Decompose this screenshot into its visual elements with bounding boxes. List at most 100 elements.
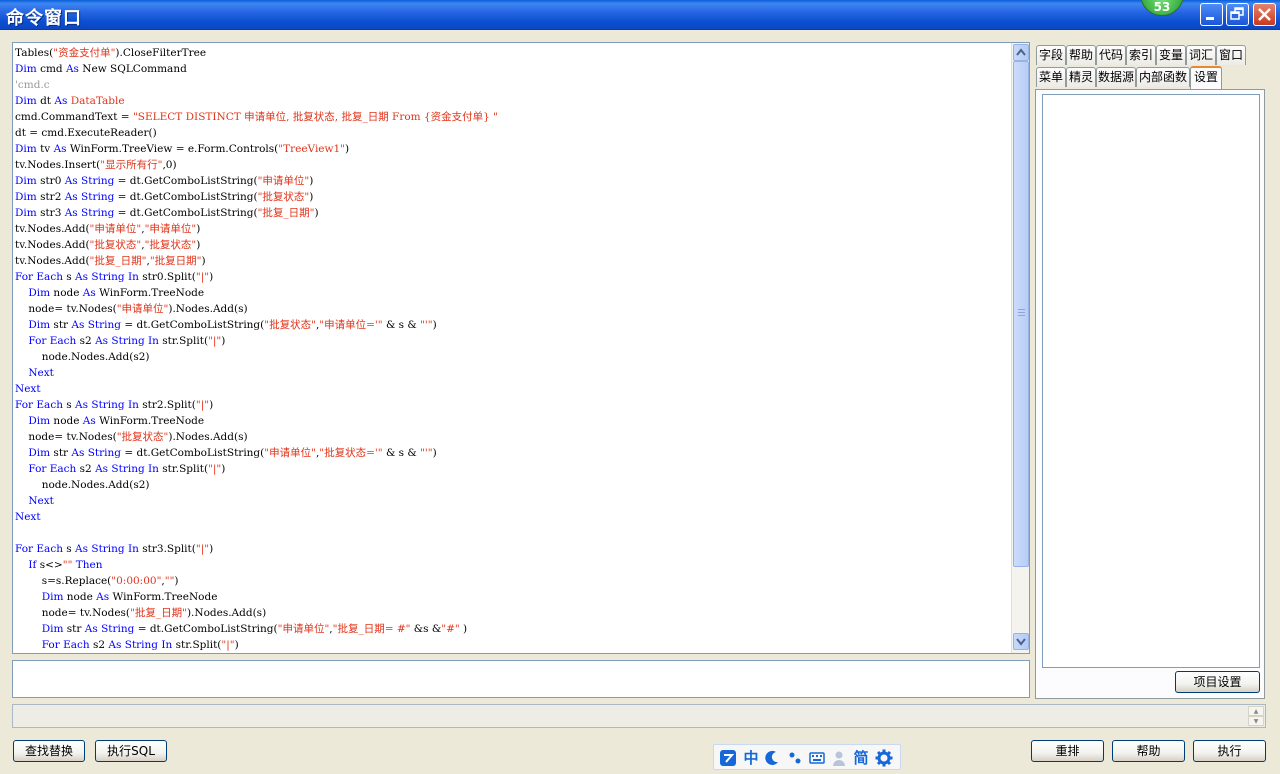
gear-icon[interactable] xyxy=(874,748,894,768)
code-line[interactable]: cmd.CommandText = "SELECT DISTINCT 申请单位,… xyxy=(15,109,1011,125)
code-line[interactable]: tv.Nodes.Insert("显示所有行",0) xyxy=(15,157,1011,173)
code-line[interactable] xyxy=(15,525,1011,541)
help-button[interactable]: 帮助 xyxy=(1112,740,1185,762)
code-token: "TreeView1" xyxy=(278,143,346,155)
code-line[interactable]: Dim str As String = dt.GetComboListStrin… xyxy=(15,317,1011,333)
settings-list[interactable] xyxy=(1042,94,1260,668)
code-line[interactable]: Dim str3 As String = dt.GetComboListStri… xyxy=(15,205,1011,221)
code-line[interactable]: Dim str0 As String = dt.GetComboListStri… xyxy=(15,173,1011,189)
exec-sql-button[interactable]: 执行SQL xyxy=(95,740,167,762)
scroll-down-button[interactable] xyxy=(1013,633,1029,650)
code-token: WinForm.TreeNode xyxy=(95,287,205,299)
scroll-thumb[interactable] xyxy=(1013,61,1029,567)
code-token: s xyxy=(62,271,76,283)
execute-button[interactable]: 执行 xyxy=(1193,740,1266,762)
code-token: Dim xyxy=(15,143,37,155)
code-line[interactable]: Dim node As WinForm.TreeNode xyxy=(15,285,1011,301)
ime-toolbar[interactable]: 中 简 xyxy=(713,744,901,770)
code-token: String xyxy=(91,399,125,411)
code-line[interactable]: dt = cmd.ExecuteReader() xyxy=(15,125,1011,141)
code-line[interactable]: tv.Nodes.Add("批复_日期","批复日期") xyxy=(15,253,1011,269)
code-line[interactable]: Next xyxy=(15,493,1011,509)
vertical-scrollbar[interactable] xyxy=(1011,43,1029,653)
code-token: str0 xyxy=(36,175,65,187)
notification-badge[interactable]: 53 xyxy=(1140,0,1184,16)
code-token: ) xyxy=(196,239,201,251)
code-line[interactable]: node.Nodes.Add(s2) xyxy=(15,477,1011,493)
code-token: str.Split( xyxy=(172,639,222,651)
tab-r2-4[interactable]: 设置 xyxy=(1190,66,1222,89)
code-line[interactable]: tv.Nodes.Add("申请单位","申请单位") xyxy=(15,221,1011,237)
minimize-button[interactable] xyxy=(1200,3,1223,26)
code-token: "申请单位" xyxy=(116,303,169,315)
code-line[interactable]: node.Nodes.Add(s2) xyxy=(15,349,1011,365)
ime-chinese-mode[interactable]: 中 xyxy=(741,748,761,768)
moon-icon[interactable] xyxy=(764,748,782,768)
code-line[interactable]: For Each s2 As String In str.Split("|") xyxy=(15,333,1011,349)
code-line[interactable]: node= tv.Nodes("申请单位").Nodes.Add(s) xyxy=(15,301,1011,317)
code-area[interactable]: Tables("资金支付单").CloseFilterTree Dim cmd A… xyxy=(15,45,1011,651)
code-line[interactable]: For Each s As String In str2.Split("|") xyxy=(15,397,1011,413)
user-icon[interactable] xyxy=(830,748,848,768)
code-line[interactable]: For Each s As String In str3.Split("|") xyxy=(15,541,1011,557)
command-input[interactable] xyxy=(12,660,1030,698)
punctuation-icon[interactable] xyxy=(786,748,804,768)
tab-r1-3[interactable]: 索引 xyxy=(1126,45,1156,65)
code-line[interactable]: Tables("资金支付单").CloseFilterTree xyxy=(15,45,1011,61)
ime-logo-icon[interactable] xyxy=(718,748,738,768)
rearrange-button[interactable]: 重排 xyxy=(1031,740,1104,762)
code-line[interactable]: For Each s2 As String In str.Split("|") xyxy=(15,461,1011,477)
tab-r1-4[interactable]: 变量 xyxy=(1156,45,1186,65)
code-line[interactable]: tv.Nodes.Add("批复状态","批复状态") xyxy=(15,237,1011,253)
tab-r2-2[interactable]: 数据源 xyxy=(1096,67,1136,87)
keyboard-icon[interactable] xyxy=(808,748,826,768)
code-line[interactable]: If s<>"" Then xyxy=(15,557,1011,573)
code-line[interactable]: Dim str As String = dt.GetComboListStrin… xyxy=(15,621,1011,637)
ime-simplified-mode[interactable]: 简 xyxy=(851,748,871,768)
code-token: As xyxy=(108,639,122,651)
code-line[interactable]: Next xyxy=(15,381,1011,397)
code-editor[interactable]: Tables("资金支付单").CloseFilterTree Dim cmd A… xyxy=(12,42,1030,654)
code-token: ) xyxy=(309,175,314,187)
output-bar[interactable]: ▲ ▼ xyxy=(12,704,1266,728)
restore-button[interactable] xyxy=(1226,3,1249,26)
title-bar[interactable]: 命令窗口 53 xyxy=(0,0,1280,30)
code-token: str2 xyxy=(36,191,65,203)
chevron-up-icon xyxy=(1016,48,1026,56)
code-line[interactable]: For Each s As String In str0.Split("|") xyxy=(15,269,1011,285)
code-line[interactable]: Dim tv As WinForm.TreeView = e.Form.Cont… xyxy=(15,141,1011,157)
tab-r2-1[interactable]: 精灵 xyxy=(1066,67,1096,87)
code-line[interactable]: Dim node As WinForm.TreeNode xyxy=(15,589,1011,605)
code-line[interactable]: Next xyxy=(15,509,1011,525)
output-spinner[interactable]: ▲ ▼ xyxy=(1248,706,1264,726)
code-line[interactable]: Dim str2 As String = dt.GetComboListStri… xyxy=(15,189,1011,205)
code-token: ,0) xyxy=(162,159,177,171)
tab-r2-0[interactable]: 菜单 xyxy=(1036,67,1066,87)
code-line[interactable]: s=s.Replace("0:00:00","") xyxy=(15,573,1011,589)
code-line[interactable]: Dim str As String = dt.GetComboListStrin… xyxy=(15,445,1011,461)
project-settings-button[interactable]: 项目设置 xyxy=(1175,671,1260,693)
spin-up-button[interactable]: ▲ xyxy=(1248,706,1264,716)
code-token: "批复_日期= #" xyxy=(332,623,411,635)
code-line[interactable]: Dim node As WinForm.TreeNode xyxy=(15,413,1011,429)
code-line[interactable]: Dim cmd As New SQLCommand xyxy=(15,61,1011,77)
tab-r1-0[interactable]: 字段 xyxy=(1036,45,1066,65)
code-line[interactable]: Dim dt As DataTable xyxy=(15,93,1011,109)
scroll-up-button[interactable] xyxy=(1013,44,1029,61)
code-line[interactable]: node= tv.Nodes("批复_日期").Nodes.Add(s) xyxy=(15,605,1011,621)
spin-down-button[interactable]: ▼ xyxy=(1248,716,1264,726)
tab-r1-1[interactable]: 帮助 xyxy=(1066,45,1096,65)
find-replace-button[interactable]: 查找替换 xyxy=(13,740,85,762)
tab-r1-5[interactable]: 词汇 xyxy=(1186,45,1216,65)
close-button[interactable] xyxy=(1253,3,1276,26)
code-line[interactable]: Next xyxy=(15,365,1011,381)
code-line[interactable]: 'cmd.c xyxy=(15,77,1011,93)
code-line[interactable]: node= tv.Nodes("批复状态").Nodes.Add(s) xyxy=(15,429,1011,445)
code-token: Tables( xyxy=(15,47,54,59)
tab-r1-2[interactable]: 代码 xyxy=(1096,45,1126,65)
code-token: ) xyxy=(174,575,179,587)
tab-r2-3[interactable]: 内部函数 xyxy=(1136,67,1190,87)
code-line[interactable]: For Each s2 As String In str.Split("|") xyxy=(15,637,1011,651)
tab-r1-6[interactable]: 窗口 xyxy=(1216,45,1246,65)
